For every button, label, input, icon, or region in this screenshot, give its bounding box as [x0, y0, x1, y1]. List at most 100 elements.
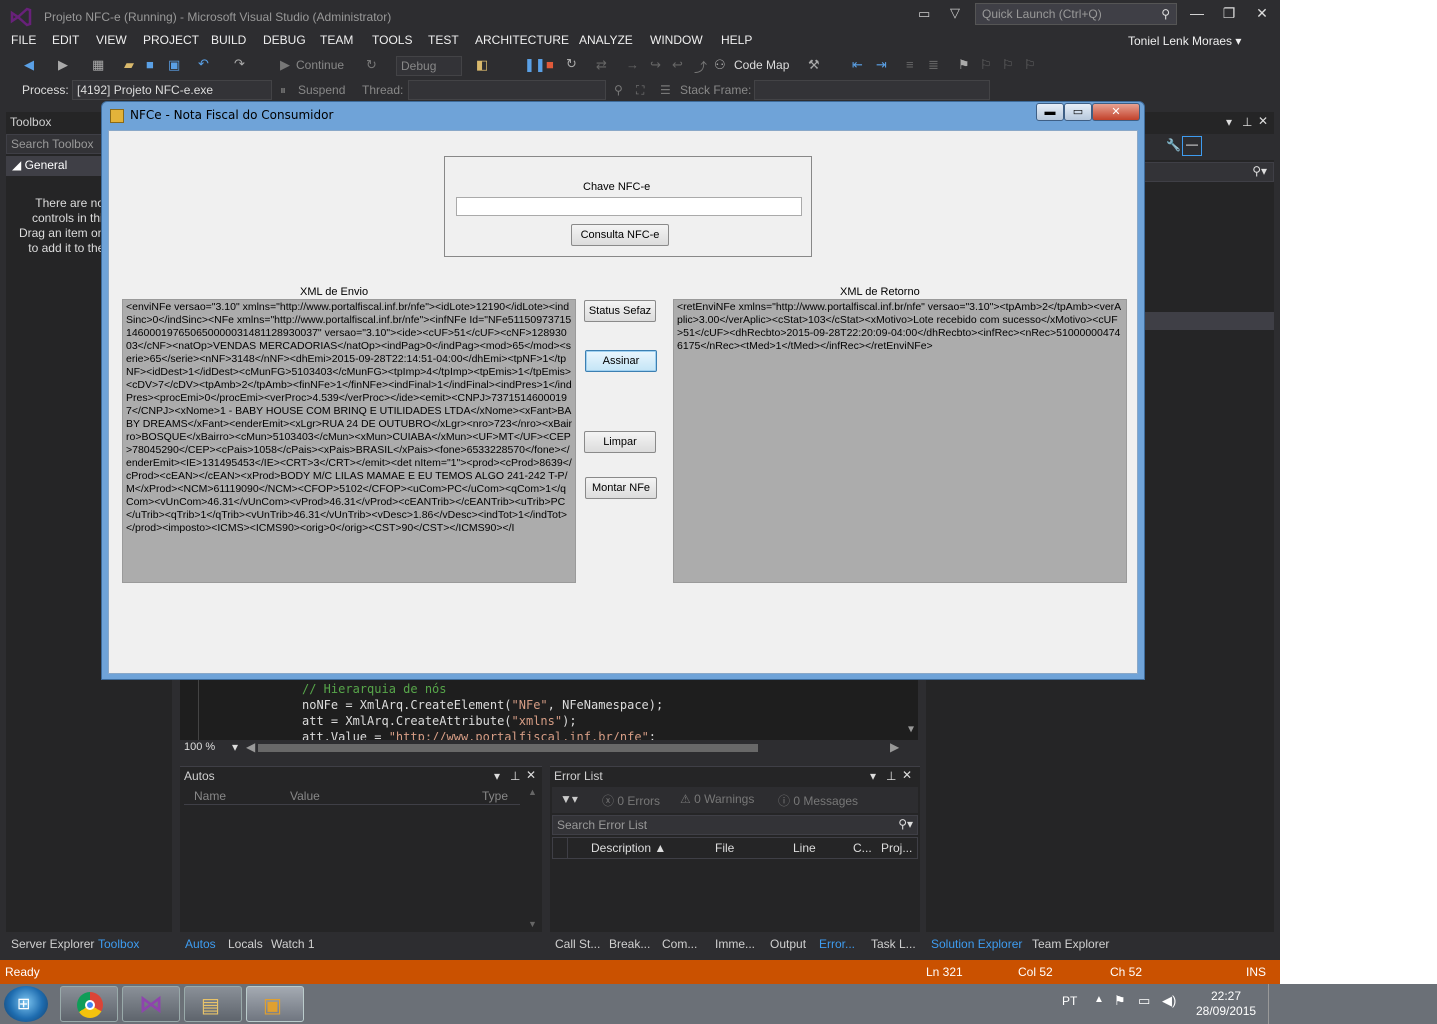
new-project-icon[interactable]: ▦ [92, 57, 104, 73]
open-file-icon[interactable]: ▰ [124, 57, 134, 73]
tab-toolbox[interactable]: Toolbox [98, 937, 139, 951]
flag-icon[interactable]: ⚲ [614, 83, 623, 97]
menu-team[interactable]: TEAM [320, 33, 353, 47]
assinar-button[interactable]: Assinar [585, 350, 657, 372]
continue-button[interactable]: Continue [296, 58, 344, 72]
refresh-icon[interactable]: ↻ [366, 57, 377, 73]
save-icon[interactable]: ■ [146, 57, 154, 72]
montar-nfe-button[interactable]: Montar NFe [585, 477, 657, 499]
pin-icon[interactable]: ⊥ [1242, 115, 1252, 129]
clock[interactable]: 22:27 28/09/2015 [1196, 989, 1256, 1019]
language-indicator[interactable]: PT [1062, 994, 1077, 1008]
tab-team-explorer[interactable]: Team Explorer [1032, 937, 1109, 951]
code-line[interactable]: // Hierarquia de nós [302, 682, 447, 696]
config-select[interactable]: Debug [396, 56, 462, 76]
share-icon[interactable]: ⤴ [694, 57, 707, 76]
restart-icon[interactable]: ↻ [566, 56, 577, 72]
break-all-icon[interactable]: ❚❚ [524, 57, 546, 73]
step-over-icon[interactable]: ↪ [650, 57, 661, 73]
code-map-icon[interactable]: ⚇ [714, 57, 726, 73]
autos-col-type[interactable]: Type [482, 789, 508, 803]
menu-view[interactable]: VIEW [96, 33, 127, 47]
col-project[interactable]: Proj... [881, 841, 912, 855]
menu-test[interactable]: TEST [428, 33, 459, 47]
volume-icon[interactable]: ◀) [1162, 993, 1176, 1009]
scroll-down-icon[interactable]: ▼ [908, 724, 914, 735]
filter-icon[interactable]: ▼▾ [560, 792, 578, 806]
save-all-icon[interactable]: ▣ [168, 57, 180, 73]
preview-icon[interactable]: — [1182, 136, 1202, 156]
scroll-up-icon[interactable]: ▲ [528, 787, 537, 797]
dialog-minimize-button[interactable]: ▬ [1036, 103, 1064, 121]
menu-help[interactable]: HELP [721, 33, 752, 47]
indent-icon[interactable]: ⇤ [852, 57, 863, 73]
tab-locals[interactable]: Locals [228, 937, 263, 951]
tab-task-list[interactable]: Task L... [871, 937, 916, 951]
zoom-dropdown-icon[interactable]: ▾ [232, 740, 238, 754]
status-sefaz-button[interactable]: Status Sefaz [584, 300, 656, 322]
start-button[interactable]: ⊞ [4, 986, 48, 1022]
taskbar-chrome[interactable] [60, 986, 118, 1022]
continue-icon[interactable]: ▶ [280, 57, 290, 73]
scroll-left-icon[interactable]: ◀ [246, 740, 255, 754]
dropdown-icon[interactable]: ▾ [1226, 115, 1232, 129]
consulta-nfce-button[interactable]: Consulta NFC-e [571, 224, 669, 246]
close-icon[interactable]: ✕ [1250, 5, 1274, 22]
process-select[interactable]: [4192] Projeto NFC-e.exe [72, 80, 272, 100]
thread-select[interactable] [408, 80, 606, 100]
zoom-level[interactable]: 100 % [184, 741, 215, 753]
pin-icon[interactable]: ⊥ [886, 769, 896, 783]
show-next-icon[interactable]: ⇄ [596, 57, 607, 73]
warnings-filter[interactable]: ⚠ 0 Warnings [680, 792, 754, 806]
taskbar-nfce-app[interactable]: ▣ [246, 986, 304, 1022]
suspend-icon[interactable]: ⏸ [280, 83, 286, 98]
autos-col-value[interactable]: Value [290, 789, 320, 803]
dropdown-icon[interactable]: ▾ [494, 769, 500, 783]
action-center-icon[interactable]: ⚑ [1114, 993, 1126, 1009]
errors-filter[interactable]: ⓧ 0 Errors [602, 792, 660, 809]
limpar-button[interactable]: Limpar [584, 431, 656, 453]
tab-call-stack[interactable]: Call St... [555, 937, 600, 951]
filter-icon[interactable]: ▽ [950, 5, 960, 21]
dialog-maximize-button[interactable]: ▭ [1064, 103, 1092, 121]
suspend-button[interactable]: Suspend [298, 83, 345, 97]
autos-col-name[interactable]: Name [194, 789, 226, 803]
attach-icon[interactable]: ◧ [476, 57, 488, 73]
chave-input[interactable] [456, 197, 802, 216]
menu-tools[interactable]: TOOLS [372, 33, 412, 47]
menu-debug[interactable]: DEBUG [263, 33, 306, 47]
scroll-right-icon[interactable]: ▶ [890, 740, 899, 754]
dialog-close-button[interactable]: ✕ [1092, 103, 1140, 121]
tab-output[interactable]: Output [770, 937, 806, 951]
step-out-icon[interactable]: ↩ [672, 57, 683, 73]
col-column[interactable]: C... [853, 841, 872, 855]
quick-launch-input[interactable]: Quick Launch (Ctrl+Q) ⚲ [975, 3, 1177, 25]
panel-close-icon[interactable]: ✕ [902, 768, 912, 782]
back-icon[interactable]: ◀ [24, 57, 34, 73]
menu-architecture[interactable]: ARCHITECTURE [475, 33, 569, 47]
code-map-button[interactable]: Code Map [734, 58, 789, 72]
minimize-icon[interactable]: — [1185, 5, 1209, 21]
tab-command[interactable]: Com... [662, 937, 697, 951]
next-bookmark-icon[interactable]: ⚐ [1002, 57, 1014, 73]
tab-server-explorer[interactable]: Server Explorer [11, 937, 94, 951]
forward-icon[interactable]: ▶ [58, 57, 68, 73]
tab-immediate[interactable]: Imme... [715, 937, 755, 951]
code-editor[interactable]: // Hierarquia de nós noNFe = XmlArq.Crea… [180, 680, 918, 744]
tab-watch[interactable]: Watch 1 [271, 937, 315, 951]
prev-bookmark-icon[interactable]: ⚐ [980, 57, 992, 73]
scroll-down-icon[interactable]: ▼ [528, 919, 537, 929]
user-name[interactable]: Toniel Lenk Moraes ▾ [1128, 34, 1241, 48]
pin-icon[interactable]: ⊥ [510, 769, 520, 783]
tab-solution-explorer[interactable]: Solution Explorer [931, 937, 1022, 951]
tray-expand-icon[interactable]: ▲ [1094, 994, 1104, 1005]
tab-error-list[interactable]: Error... [819, 937, 855, 951]
tools-icon[interactable]: ⚒ [808, 57, 820, 73]
code-line[interactable]: att = XmlArq.CreateAttribute("xmlns"); [302, 714, 577, 728]
stop-debugging-icon[interactable]: ■ [546, 57, 554, 72]
dropdown-icon[interactable]: ▾ [870, 769, 876, 783]
clear-bookmarks-icon[interactable]: ⚐ [1024, 57, 1036, 73]
restore-icon[interactable]: ❐ [1217, 5, 1241, 22]
filter-threads-icon[interactable]: ⛶ [636, 83, 644, 98]
xml-retorno-textbox[interactable]: <retEnviNFe xmlns="http://www.portalfisc… [673, 299, 1127, 583]
